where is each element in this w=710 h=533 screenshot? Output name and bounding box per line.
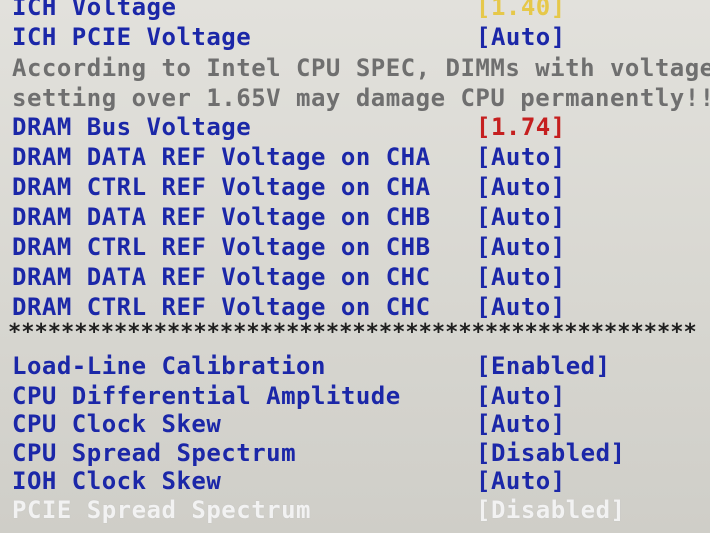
setting-row-pcie-spread-spectrum[interactable]: PCIE Spread Spectrum [Disabled] [0, 495, 710, 525]
setting-label: DRAM DATA REF Voltage on CHB [12, 203, 431, 231]
setting-row-dram-ctrl-ref-chb[interactable]: DRAM CTRL REF Voltage on CHB [Auto] [0, 232, 710, 262]
separator-line: ****************************************… [8, 320, 697, 345]
setting-label: DRAM CTRL REF Voltage on CHB [12, 233, 431, 261]
setting-label: CPU Clock Skew [12, 410, 222, 438]
setting-label: ICH Voltage [12, 0, 177, 21]
setting-value[interactable]: [Auto] [476, 466, 566, 496]
setting-value[interactable]: [Auto] [476, 381, 566, 411]
bios-screen: ICH Voltage [1.40] ICH PCIE Voltage [Aut… [0, 0, 710, 533]
setting-row-dram-ctrl-ref-chc[interactable]: DRAM CTRL REF Voltage on CHC [Auto] [0, 292, 710, 322]
setting-label: CPU Differential Amplitude [12, 382, 401, 410]
setting-row-ich-pcie-voltage[interactable]: ICH PCIE Voltage [Auto] [0, 22, 710, 52]
warning-text: setting over 1.65V may damage CPU perman… [12, 84, 710, 112]
setting-label: DRAM CTRL REF Voltage on CHA [12, 173, 431, 201]
setting-row-dram-ctrl-ref-cha[interactable]: DRAM CTRL REF Voltage on CHA [Auto] [0, 172, 710, 202]
setting-row-dram-data-ref-cha[interactable]: DRAM DATA REF Voltage on CHA [Auto] [0, 142, 710, 172]
warning-line-1: According to Intel CPU SPEC, DIMMs with … [0, 53, 710, 83]
setting-label: DRAM DATA REF Voltage on CHA [12, 143, 431, 171]
setting-label: PCIE Spread Spectrum [12, 496, 311, 524]
setting-row-ich-voltage[interactable]: ICH Voltage [1.40] [0, 0, 710, 22]
setting-label: ICH PCIE Voltage [12, 23, 252, 51]
setting-row-cpu-spread-spectrum[interactable]: CPU Spread Spectrum [Disabled] [0, 438, 710, 468]
setting-value[interactable]: [Auto] [476, 409, 566, 439]
setting-value[interactable]: [Auto] [476, 142, 566, 172]
setting-row-load-line-calibration[interactable]: Load-Line Calibration [Enabled] [0, 351, 710, 381]
setting-row-dram-data-ref-chb[interactable]: DRAM DATA REF Voltage on CHB [Auto] [0, 202, 710, 232]
setting-row-ioh-clock-skew[interactable]: IOH Clock Skew [Auto] [0, 466, 710, 496]
setting-value[interactable]: [Disabled] [476, 438, 626, 468]
setting-row-cpu-clock-skew[interactable]: CPU Clock Skew [Auto] [0, 409, 710, 439]
setting-value[interactable]: [1.74] [476, 112, 566, 142]
warning-text: According to Intel CPU SPEC, DIMMs with … [12, 54, 710, 82]
setting-value[interactable]: [Auto] [476, 22, 566, 52]
setting-row-dram-bus-voltage[interactable]: DRAM Bus Voltage [1.74] [0, 112, 710, 142]
setting-value[interactable]: [Auto] [476, 232, 566, 262]
setting-value[interactable]: [1.40] [476, 0, 566, 22]
setting-row-dram-data-ref-chc[interactable]: DRAM DATA REF Voltage on CHC [Auto] [0, 262, 710, 292]
setting-value[interactable]: [Auto] [476, 202, 566, 232]
setting-label: IOH Clock Skew [12, 467, 222, 495]
warning-line-2: setting over 1.65V may damage CPU perman… [0, 83, 710, 113]
setting-label: CPU Spread Spectrum [12, 439, 297, 467]
setting-value[interactable]: [Enabled] [476, 351, 611, 381]
setting-label: DRAM CTRL REF Voltage on CHC [12, 293, 431, 321]
setting-label: DRAM DATA REF Voltage on CHC [12, 263, 431, 291]
setting-value[interactable]: [Auto] [476, 172, 566, 202]
setting-value[interactable]: [Auto] [476, 262, 566, 292]
setting-label: DRAM Bus Voltage [12, 113, 252, 141]
setting-value[interactable]: [Auto] [476, 292, 566, 322]
setting-label: Load-Line Calibration [12, 352, 326, 380]
setting-value[interactable]: [Disabled] [476, 495, 626, 525]
setting-row-cpu-differential-amplitude[interactable]: CPU Differential Amplitude [Auto] [0, 381, 710, 411]
